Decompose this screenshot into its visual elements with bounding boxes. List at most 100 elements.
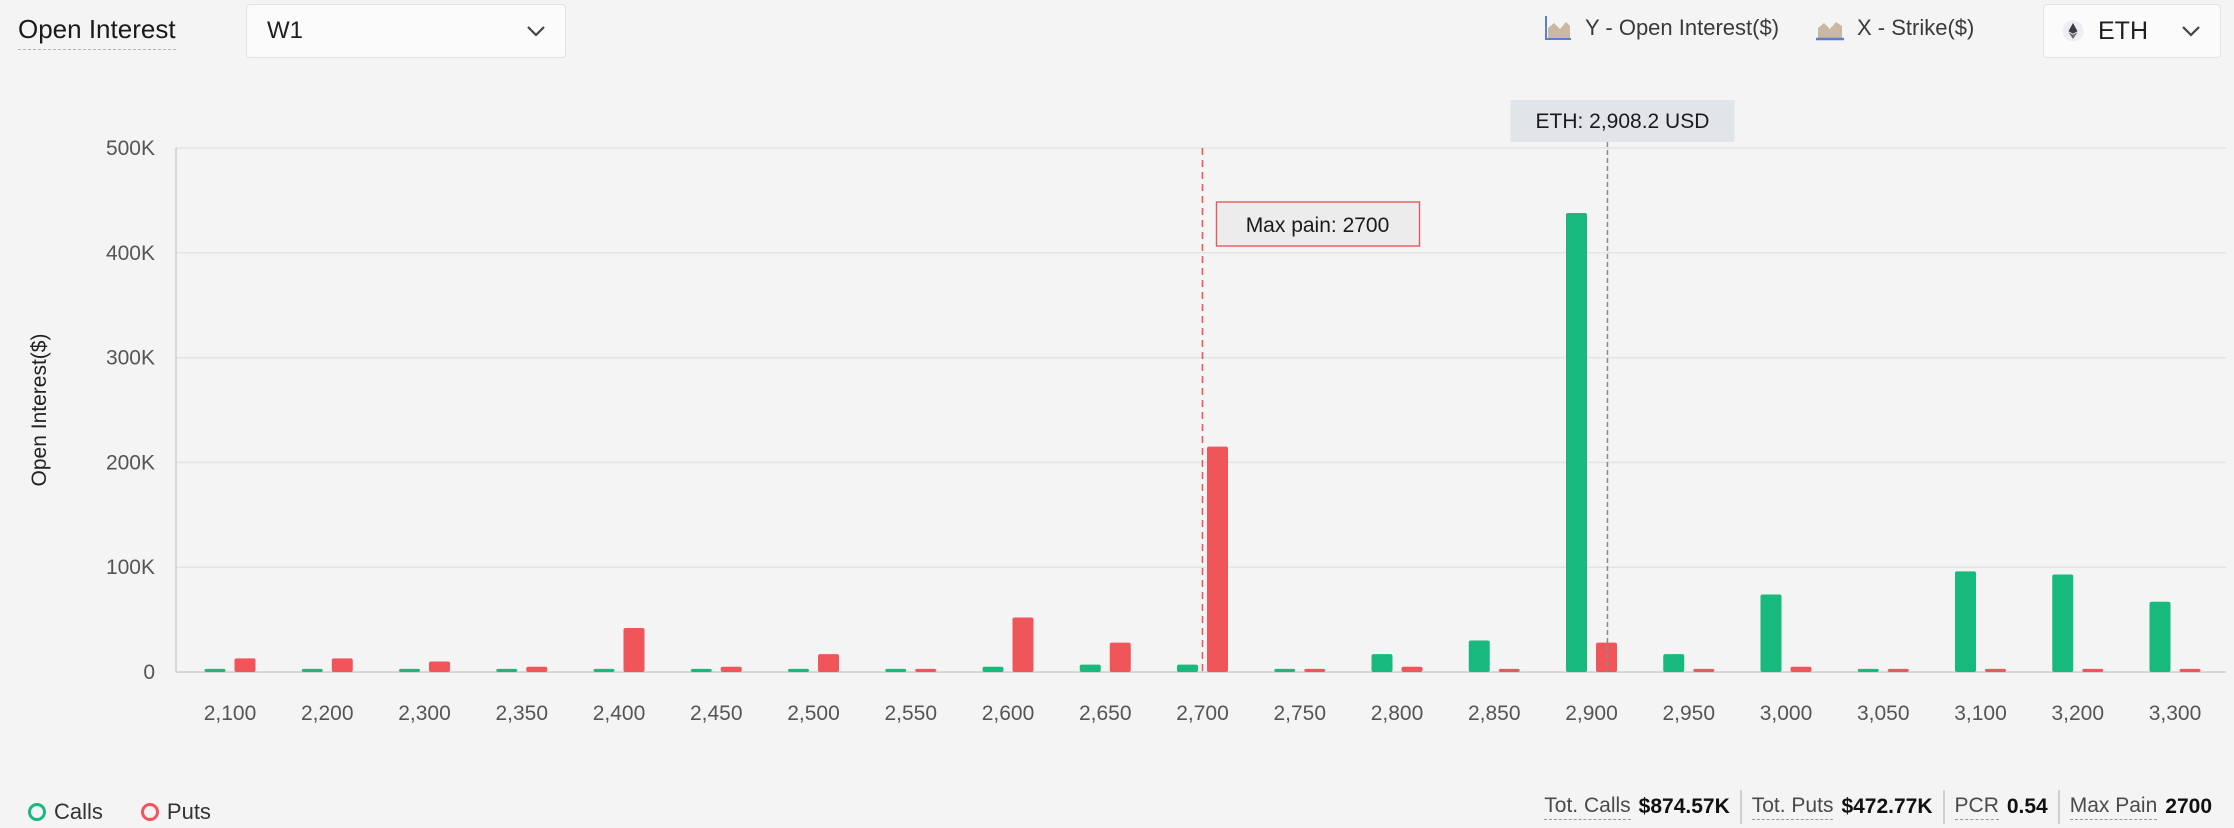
call-bar bbox=[1079, 664, 1101, 672]
stat-value: 0.54 bbox=[2006, 795, 2048, 818]
stat-label: Max Pain bbox=[2069, 794, 2158, 820]
call-bar bbox=[1663, 654, 1685, 672]
stat-value: $472.77K bbox=[1841, 795, 1933, 818]
x-tick-label: 2,400 bbox=[593, 702, 646, 725]
x-tick-label: 2,100 bbox=[204, 702, 257, 725]
chevron-down-icon bbox=[2174, 14, 2208, 48]
x-tick-label: 3,200 bbox=[2051, 702, 2104, 725]
x-tick-label: 2,450 bbox=[690, 702, 743, 725]
call-bar bbox=[982, 666, 1004, 672]
x-tick-label: 3,300 bbox=[2149, 702, 2202, 725]
x-tick-label: 2,350 bbox=[495, 702, 548, 725]
call-bar bbox=[1566, 212, 1587, 672]
call-bar bbox=[690, 668, 712, 672]
legend-item-calls[interactable]: Calls bbox=[28, 799, 103, 825]
stat-label: Tot. Puts bbox=[1751, 794, 1834, 820]
call-bar bbox=[1468, 640, 1490, 672]
area-chart-icon bbox=[1816, 22, 1844, 41]
asset-select[interactable]: ETH bbox=[2043, 4, 2221, 58]
x-tick-label: 2,650 bbox=[1079, 702, 1132, 725]
put-bar bbox=[2179, 668, 2201, 672]
put-bar bbox=[1109, 642, 1131, 672]
legend-label-calls: Calls bbox=[54, 799, 103, 824]
y-tick-label: 300K bbox=[106, 347, 155, 370]
call-bar bbox=[1857, 668, 1879, 672]
y-tick-label: 400K bbox=[106, 242, 155, 265]
call-bar bbox=[496, 668, 518, 672]
call-bar bbox=[204, 668, 226, 672]
call-bar bbox=[301, 668, 323, 672]
stat-total-calls: Tot. Calls $874.57K bbox=[1534, 790, 1739, 824]
x-tick-label: 3,050 bbox=[1857, 702, 1910, 725]
put-bar bbox=[1401, 666, 1423, 672]
x-tick-label: 2,950 bbox=[1662, 702, 1715, 725]
x-tick-label: 2,800 bbox=[1371, 702, 1424, 725]
expiry-select-value: W1 bbox=[267, 17, 303, 44]
x-tick-label: 2,550 bbox=[884, 702, 937, 725]
x-axis-info: X - Strike($) bbox=[1815, 14, 1974, 42]
asset-select-value: ETH bbox=[2098, 16, 2148, 45]
x-tick-label: 2,200 bbox=[301, 702, 354, 725]
x-tick-label: 2,600 bbox=[982, 702, 1035, 725]
calls-legend-marker bbox=[28, 803, 46, 821]
put-bar bbox=[1012, 617, 1034, 672]
put-bar bbox=[429, 661, 450, 672]
put-bar bbox=[1693, 668, 1715, 672]
put-bar bbox=[623, 627, 645, 672]
summary-stats: Tot. Calls $874.57K Tot. Puts $472.77K P… bbox=[1534, 790, 2222, 824]
call-bar bbox=[885, 668, 907, 672]
stat-label: PCR bbox=[1954, 794, 1999, 820]
x-tick-label: 2,900 bbox=[1565, 702, 1618, 725]
area-chart-icon bbox=[1545, 16, 1571, 40]
put-bar bbox=[1790, 666, 1812, 672]
x-tick-label: 2,300 bbox=[398, 702, 451, 725]
y-tick-label: 0 bbox=[143, 661, 155, 684]
put-bar bbox=[915, 668, 937, 672]
open-interest-chart: 0 100K 200K 300K 400K 500K Open Interest($) 2,1… bbox=[28, 100, 2226, 725]
call-bar bbox=[1274, 668, 1296, 672]
call-bar bbox=[399, 668, 420, 672]
y-tick-label: 200K bbox=[106, 451, 155, 474]
stat-pcr: PCR 0.54 bbox=[1942, 790, 2058, 824]
chevron-down-icon bbox=[519, 14, 553, 48]
put-bar bbox=[818, 654, 839, 672]
stat-total-puts: Tot. Puts $472.77K bbox=[1739, 790, 1943, 824]
puts-legend-marker bbox=[140, 803, 159, 821]
chart-legend: Calls Puts bbox=[28, 799, 249, 825]
y-axis-info: Y - Open Interest($) bbox=[1543, 14, 1779, 42]
put-bar bbox=[526, 666, 548, 672]
put-bar bbox=[234, 658, 256, 672]
call-bar bbox=[2149, 601, 2171, 672]
put-bar bbox=[1887, 668, 1909, 672]
x-tick-label: 3,000 bbox=[1760, 702, 1813, 725]
call-bar bbox=[1955, 571, 1976, 672]
y-tick-label: 500K bbox=[106, 137, 155, 160]
put-bar bbox=[1498, 668, 1520, 672]
call-bar bbox=[1177, 664, 1198, 672]
put-bar bbox=[720, 666, 742, 672]
legend-item-puts[interactable]: Puts bbox=[140, 799, 211, 825]
y-axis-title: Open Interest($) bbox=[28, 334, 51, 487]
put-bar bbox=[1596, 642, 1617, 672]
ethereum-icon bbox=[2062, 20, 2084, 42]
call-bar bbox=[593, 668, 615, 672]
put-bar bbox=[2082, 668, 2104, 672]
page-title: Open Interest bbox=[18, 14, 176, 50]
stat-label: Tot. Calls bbox=[1544, 794, 1631, 820]
call-bar bbox=[1371, 654, 1393, 672]
x-tick-label: 2,850 bbox=[1468, 702, 1521, 725]
x-axis-info-label: X - Strike($) bbox=[1857, 15, 1975, 40]
x-tick-label: 3,100 bbox=[1954, 702, 2007, 725]
put-bar bbox=[331, 658, 353, 672]
expiry-select[interactable]: W1 bbox=[246, 4, 566, 58]
max-pain-label: Max pain: 2700 bbox=[1246, 214, 1390, 237]
spot-price-label: ETH: 2,908.2 USD bbox=[1535, 110, 1709, 133]
x-tick-label: 2,750 bbox=[1273, 702, 1326, 725]
stat-value: 2700 bbox=[2165, 795, 2212, 818]
call-bar bbox=[2052, 574, 2074, 672]
put-bar bbox=[1985, 668, 2006, 672]
stat-max-pain: Max Pain 2700 bbox=[2057, 790, 2222, 824]
call-bar bbox=[788, 668, 809, 672]
x-tick-label: 2,500 bbox=[787, 702, 840, 725]
call-bar bbox=[1760, 594, 1782, 672]
